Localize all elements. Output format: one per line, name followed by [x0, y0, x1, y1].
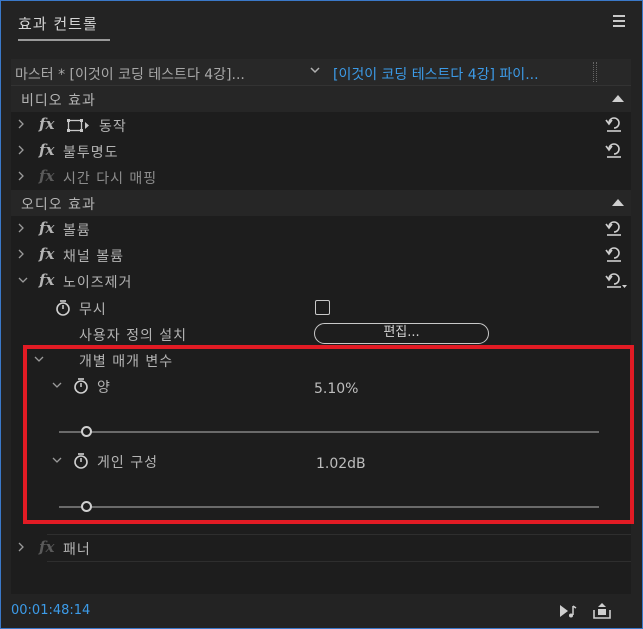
effect-row-opacity[interactable]: fx 불투명도	[11, 138, 631, 164]
transform-handle-icon[interactable]	[66, 118, 90, 133]
timecode-display[interactable]: 00:01:48:14	[11, 603, 90, 618]
effect-label: 노이즈제거	[63, 275, 133, 291]
panel-title[interactable]: 효과 컨트롤	[18, 13, 98, 34]
chevron-right-icon[interactable]	[17, 248, 27, 260]
effect-label: 동작	[99, 119, 127, 135]
reset-parameter-icon[interactable]	[605, 245, 623, 263]
collapse-up-icon[interactable]	[612, 199, 624, 206]
bypass-checkbox[interactable]	[315, 300, 330, 315]
play-audio-only-icon[interactable]	[558, 602, 578, 620]
fx-toggle-icon[interactable]: fx	[39, 538, 54, 556]
chevron-right-icon[interactable]	[17, 541, 27, 553]
clip-bar-grip[interactable]	[593, 62, 603, 82]
effect-label: 볼륨	[63, 223, 91, 239]
effect-label: 패너	[63, 542, 91, 558]
collapse-up-icon[interactable]	[612, 95, 624, 102]
master-clip-label[interactable]: 마스터 * [이것이 코딩 테스트다 4강]...	[15, 64, 245, 84]
param-row-bypass: 무시	[11, 295, 631, 321]
video-effects-label: 비디오 효과	[21, 93, 96, 109]
effect-row-volume[interactable]: fx 볼륨	[11, 216, 631, 242]
fx-toggle-icon[interactable]: fx	[39, 141, 54, 159]
fx-toggle-icon[interactable]: fx	[39, 245, 54, 263]
stopwatch-icon[interactable]	[55, 299, 71, 317]
reset-parameter-icon[interactable]	[605, 219, 623, 237]
fx-toggle-icon[interactable]: fx	[39, 115, 54, 133]
reset-parameter-icon[interactable]	[605, 115, 623, 133]
sequence-clip-label[interactable]: [이것이 코딩 테스트다 4강] 파이...	[333, 64, 539, 84]
highlight-annotation-box	[23, 345, 634, 524]
param-label: 무시	[79, 302, 107, 318]
edit-button[interactable]: 편집...	[314, 323, 489, 344]
clip-selector-bar: 마스터 * [이것이 코딩 테스트다 4강]... [이것이 코딩 테스트다 4…	[11, 59, 631, 86]
effect-label: 채널 볼륨	[63, 249, 124, 265]
effect-row-motion[interactable]: fx 동작	[11, 112, 631, 138]
chevron-right-icon[interactable]	[17, 144, 27, 156]
effect-controls-panel: 효과 컨트롤 마스터 * [이것이 코딩 테스트다 4강]... [이것이 코딩…	[0, 0, 643, 629]
effect-row-noise-reduction[interactable]: fx 노이즈제거	[11, 268, 631, 294]
audio-effects-label: 오디오 효과	[21, 197, 96, 213]
chevron-right-icon[interactable]	[17, 118, 27, 130]
chevron-down-icon[interactable]	[309, 64, 321, 78]
hamburger-menu-icon[interactable]	[613, 15, 625, 27]
chevron-right-icon[interactable]	[17, 222, 27, 234]
chevron-down-icon[interactable]	[17, 274, 28, 286]
fx-toggle-icon[interactable]: fx	[39, 219, 54, 237]
effect-row-time-remapping[interactable]: fx 시간 다시 매핑	[11, 164, 631, 190]
audio-effects-section-header[interactable]: 오디오 효과	[11, 190, 631, 216]
effect-label: 불투명도	[63, 145, 119, 161]
effect-row-channel-volume[interactable]: fx 채널 볼륨	[11, 242, 631, 268]
panel-titlebar: 효과 컨트롤	[1, 1, 642, 45]
panel-footer: 00:01:48:14	[1, 597, 642, 628]
param-label: 사용자 정의 설치	[79, 328, 188, 344]
fx-toggle-icon[interactable]: fx	[39, 271, 54, 289]
param-row-custom-setup: 사용자 정의 설치 편집...	[11, 321, 631, 347]
reset-parameter-dropdown-icon[interactable]	[605, 271, 627, 289]
export-icon[interactable]	[592, 602, 612, 620]
active-tab-indicator	[18, 39, 110, 41]
divider	[47, 561, 631, 562]
effect-row-panner[interactable]: fx 패너	[11, 535, 631, 561]
chevron-right-icon[interactable]	[17, 170, 27, 182]
reset-parameter-icon[interactable]	[605, 141, 623, 159]
fx-toggle-icon[interactable]: fx	[39, 167, 54, 185]
effect-label: 시간 다시 매핑	[63, 171, 158, 187]
video-effects-section-header[interactable]: 비디오 효과	[11, 86, 631, 112]
